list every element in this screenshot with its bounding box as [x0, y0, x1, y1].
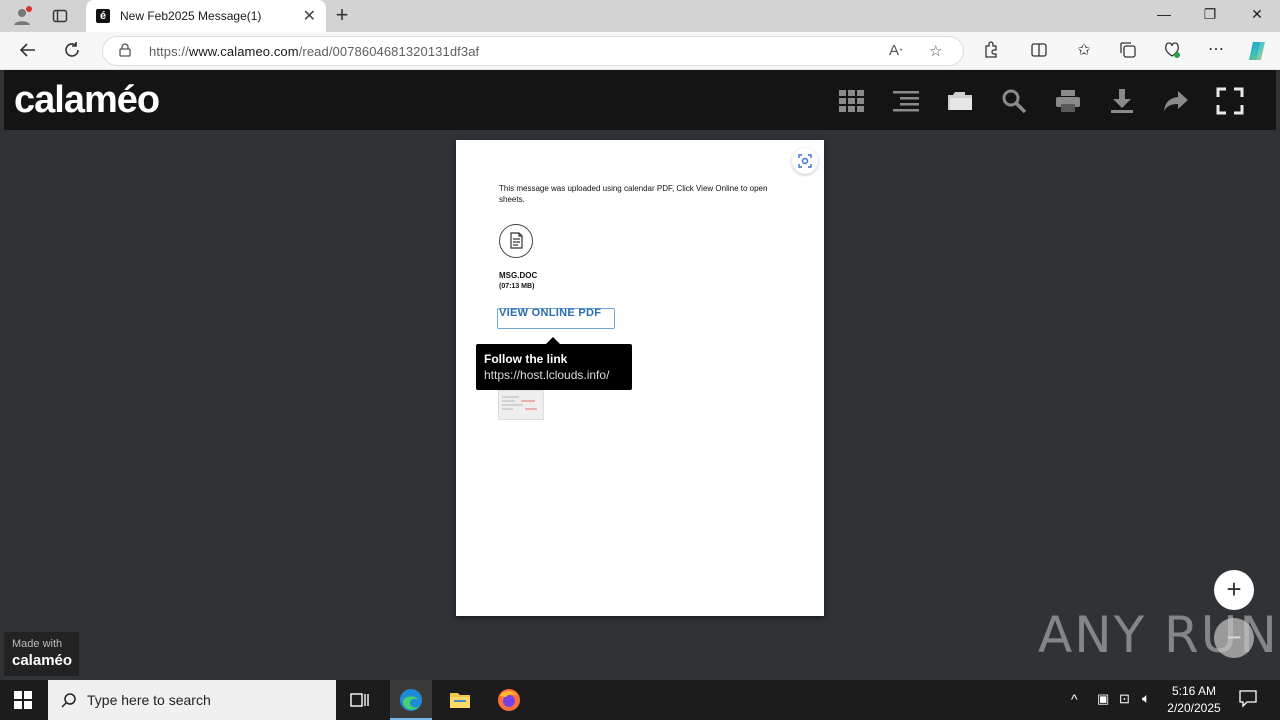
- search-magnifier-icon: [61, 692, 77, 708]
- download-icon[interactable]: [1108, 87, 1136, 115]
- tab-actions-icon[interactable]: [52, 8, 68, 24]
- url-host: www.calameo.com: [188, 44, 299, 59]
- windows-start-icon[interactable]: [14, 691, 32, 709]
- restore-icon[interactable]: ❐: [1200, 6, 1220, 23]
- tab-title: New Feb2025 Message(1): [120, 9, 262, 23]
- share-icon[interactable]: [1162, 87, 1190, 115]
- print-icon[interactable]: [1054, 87, 1082, 115]
- calameo-favicon-icon: é: [96, 9, 110, 23]
- taskbar-search-box[interactable]: Type here to search: [48, 680, 336, 720]
- more-menu-icon[interactable]: ⋯: [1205, 39, 1227, 59]
- windows-taskbar: Type here to search ^ ▣ ⊡ 🔈︎ 5:16 AM 2/2…: [0, 680, 1280, 720]
- fullscreen-icon[interactable]: [1216, 87, 1244, 115]
- navigation-bar: https://www.calameo.com/read/00786046813…: [0, 32, 1280, 70]
- close-window-icon[interactable]: ✕: [1247, 6, 1267, 23]
- list-icon[interactable]: [892, 87, 920, 115]
- clock-date[interactable]: 2/20/2025: [1164, 701, 1224, 715]
- split-screen-icon[interactable]: [1028, 41, 1050, 64]
- tray-chevron-icon[interactable]: ^: [1071, 691, 1078, 707]
- grid-view-icon[interactable]: [838, 87, 866, 115]
- zoom-in-button[interactable]: +: [1214, 570, 1254, 610]
- clock-time[interactable]: 5:16 AM: [1164, 684, 1224, 698]
- browser-essentials-icon[interactable]: [1161, 41, 1183, 64]
- made-with-label: Made with: [12, 638, 63, 650]
- collections-icon[interactable]: [1117, 41, 1139, 64]
- browser-tab-strip: é New Feb2025 Message(1) ✕ + — ❐ ✕: [0, 0, 1280, 32]
- message-text: This message was uploaded using calendar…: [499, 184, 768, 204]
- profile-icon[interactable]: [12, 6, 32, 26]
- minimize-icon[interactable]: —: [1154, 6, 1174, 22]
- link-tooltip: Follow the link https://host.lclouds.inf…: [476, 337, 632, 390]
- volume-icon[interactable]: 🔈︎: [1142, 690, 1150, 707]
- folder-icon[interactable]: [946, 87, 974, 115]
- tab-close-icon[interactable]: ✕: [303, 6, 316, 26]
- calameo-logo[interactable]: calaméo: [14, 79, 160, 122]
- made-with-brand: calaméo: [12, 652, 73, 669]
- file-size: (07:13 MB): [499, 283, 535, 290]
- search-icon[interactable]: [1000, 87, 1028, 115]
- file-explorer-icon[interactable]: [448, 688, 472, 712]
- address-bar[interactable]: https://www.calameo.com/read/00786046813…: [102, 36, 964, 66]
- tray-app-icon[interactable]: ▣: [1097, 691, 1109, 707]
- favorite-star-icon[interactable]: ☆: [929, 42, 942, 60]
- edge-browser-icon[interactable]: [399, 688, 423, 712]
- document-page[interactable]: This message was uploaded using calendar…: [456, 140, 824, 616]
- document-file-icon: [499, 224, 533, 258]
- extensions-icon[interactable]: [980, 41, 1002, 64]
- calameo-toolbar: calaméo: [4, 70, 1276, 130]
- search-placeholder: Type here to search: [87, 692, 211, 708]
- lock-icon[interactable]: [119, 43, 131, 57]
- tooltip-title: Follow the link: [484, 352, 568, 366]
- read-aloud-icon[interactable]: Aᐩ: [889, 42, 903, 59]
- new-tab-button[interactable]: +: [332, 4, 352, 26]
- url-path: /read/0078604681320131df3af: [298, 44, 480, 59]
- tooltip-url: https://host.lclouds.info/: [484, 368, 610, 382]
- active-tab[interactable]: é New Feb2025 Message(1) ✕: [86, 0, 326, 32]
- file-name: MSG.DOC: [499, 271, 538, 280]
- notification-icon[interactable]: [1238, 688, 1262, 712]
- copilot-icon[interactable]: [1246, 40, 1268, 67]
- back-button[interactable]: [17, 41, 39, 64]
- refresh-button[interactable]: [61, 41, 83, 64]
- focus-mode-button[interactable]: [792, 148, 818, 174]
- anyrun-watermark: ANY RUN: [1038, 606, 1279, 664]
- document-thumbnail: [498, 390, 544, 420]
- favorites-icon[interactable]: ✩: [1073, 40, 1095, 60]
- url-text[interactable]: https://www.calameo.com/read/00786046813…: [149, 44, 479, 59]
- view-online-pdf-link[interactable]: VIEW ONLINE PDF: [499, 307, 601, 319]
- url-scheme: https://: [149, 44, 189, 59]
- network-icon[interactable]: ⊡: [1119, 691, 1130, 707]
- document-viewer[interactable]: This message was uploaded using calendar…: [4, 130, 1276, 676]
- firefox-icon[interactable]: [497, 688, 521, 712]
- made-with-calameo-badge[interactable]: Made with calaméo: [4, 632, 79, 676]
- task-view-icon[interactable]: [348, 688, 372, 712]
